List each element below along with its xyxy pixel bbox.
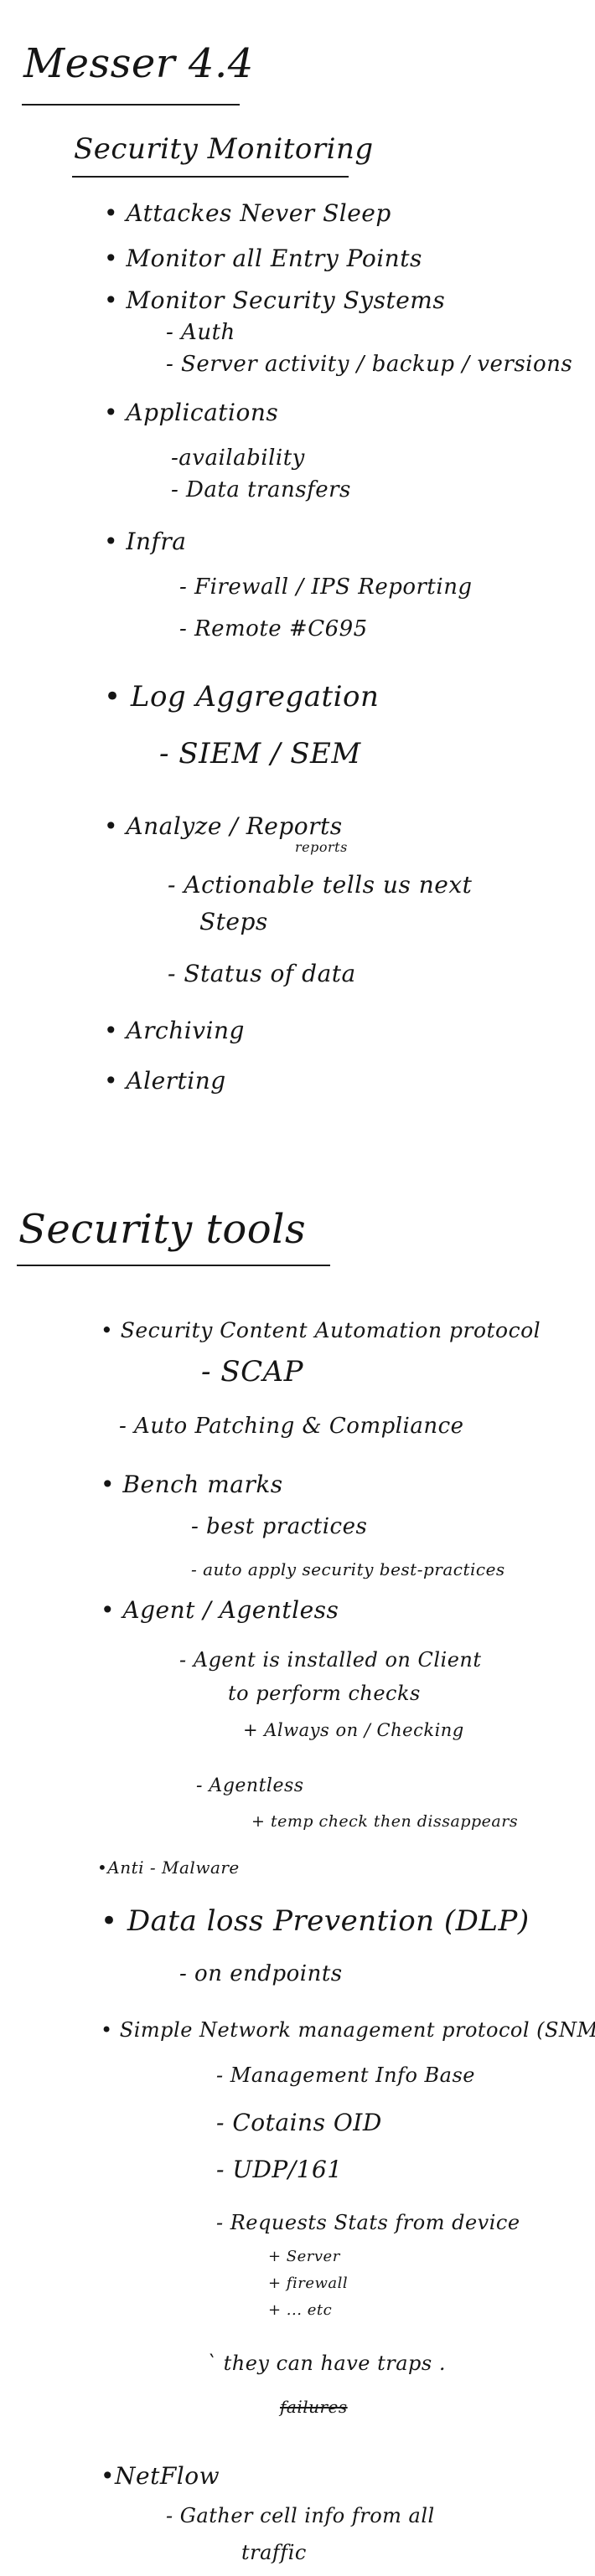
- list-subitem: - Agent is installed on Client: [179, 1648, 482, 1672]
- section-underline: [72, 176, 349, 178]
- section-heading-security-tools: Security tools: [18, 1206, 307, 1253]
- list-item: • Analyze / Reports: [104, 812, 343, 840]
- list-subitem: + firewall: [268, 2275, 349, 2292]
- page-title: Messer 4.4: [23, 40, 254, 87]
- list-subitem: - Auth: [166, 320, 235, 345]
- list-item: • Infra: [104, 528, 187, 555]
- list-item: • Monitor Security Systems: [104, 286, 446, 314]
- list-item: • Simple Network management protocol (SN…: [101, 2018, 595, 2042]
- list-subitem: - Data transfers: [171, 477, 351, 502]
- list-subitem: - Management Info Base: [216, 2063, 476, 2087]
- list-item: • Attackes Never Sleep: [104, 199, 391, 227]
- notes-page: Messer 4.4 Security Monitoring • Attacke…: [0, 0, 595, 2576]
- list-item: • Agent / Agentless: [101, 1596, 339, 1624]
- list-subitem: + Server: [268, 2248, 340, 2265]
- list-item: •NetFlow: [101, 2462, 220, 2490]
- list-subitem: ` they can have traps .: [206, 2352, 446, 2375]
- list-subitem: - on endpoints: [179, 1961, 343, 1986]
- list-item: • Log Aggregation: [104, 680, 380, 714]
- list-item: • Security Content Automation protocol: [101, 1318, 541, 1342]
- list-subitem: - Gather cell info from all: [166, 2504, 435, 2527]
- section-heading-security-monitoring: Security Monitoring: [74, 132, 374, 166]
- list-item: • Alerting: [104, 1067, 226, 1095]
- list-item: • Applications: [104, 399, 279, 426]
- list-item: • Data loss Prevention (DLP): [101, 1904, 530, 1938]
- struck-note: failures: [280, 2397, 348, 2417]
- list-subitem: - Cotains OID: [216, 2109, 382, 2136]
- list-subitem: to perform checks: [228, 1682, 421, 1705]
- list-subitem: - auto apply security best-practices: [191, 1559, 505, 1579]
- list-subitem: -availability: [171, 446, 305, 471]
- list-subitem: - Server activity / backup / versions: [166, 352, 573, 377]
- list-item: • Bench marks: [101, 1471, 283, 1498]
- list-subitem: + Always on / Checking: [243, 1720, 464, 1740]
- list-subitem: - SIEM / SEM: [159, 737, 361, 770]
- list-subitem: Steps: [199, 908, 268, 935]
- section-underline: [17, 1265, 330, 1266]
- list-item: • Archiving: [104, 1017, 245, 1044]
- list-subitem: - Firewall / IPS Reporting: [179, 574, 473, 600]
- list-subitem: - UDP/161: [216, 2156, 343, 2183]
- list-subitem: - Status of data: [168, 960, 356, 987]
- list-subitem: + temp check then dissappears: [251, 1812, 519, 1831]
- list-subitem: - Agentless: [196, 1775, 304, 1796]
- list-item: • Monitor all Entry Points: [104, 245, 422, 272]
- list-subitem: - SCAP: [201, 1355, 304, 1388]
- list-subitem: - Actionable tells us next: [168, 871, 473, 899]
- list-subitem: + ... etc: [268, 2301, 333, 2319]
- list-item: •Anti - Malware: [97, 1857, 240, 1878]
- title-underline: [22, 104, 240, 106]
- list-subitem: traffic: [241, 2541, 307, 2564]
- list-subitem: - Requests Stats from device: [216, 2211, 520, 2234]
- list-subitem: - Auto Patching & Compliance: [119, 1414, 464, 1439]
- margin-note: reports: [295, 839, 348, 855]
- list-subitem: - best practices: [191, 1514, 368, 1539]
- list-subitem: - Remote #C695: [179, 616, 368, 641]
